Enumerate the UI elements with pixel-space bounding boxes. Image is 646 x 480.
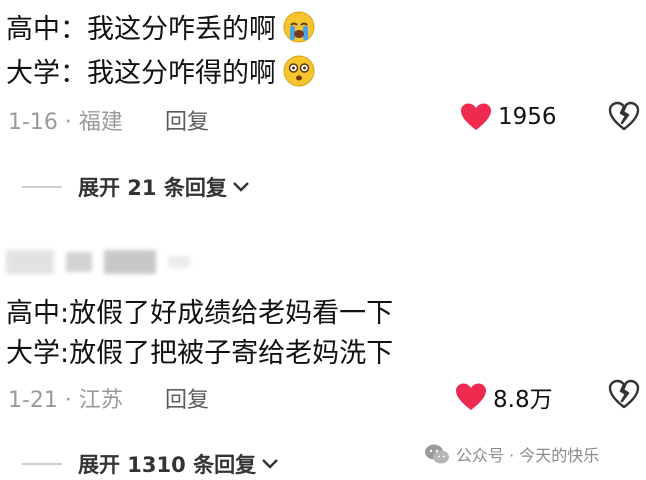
chevron-down-icon (262, 459, 278, 469)
comment1-like-button[interactable]: 1956 (460, 102, 557, 132)
dizzy-face-icon (283, 55, 315, 87)
comment1-text-line2: 大学：我这分咋得的啊 (6, 54, 316, 92)
watermark: 公众号 · 今天的快乐 (424, 442, 599, 466)
dislike-broken-heart-icon[interactable] (608, 379, 640, 411)
comment1-expand-replies[interactable]: 展开 21 条回复 (22, 172, 251, 202)
comment2-like-count: 8.8万 (493, 387, 553, 413)
comment1-like-count: 1956 (498, 104, 557, 130)
chevron-down-icon (233, 182, 249, 192)
comment2-username-blurred (6, 250, 190, 274)
comment1-reply-button[interactable]: 回复 (165, 104, 209, 136)
comment2-meta: 1-21 · 江苏 (8, 388, 123, 413)
divider-line (22, 186, 62, 188)
comment2-text-line2: 大学:放假了把被子寄给老妈洗下 (6, 338, 394, 369)
comment1-text-line1: 高中：我这分咋丢的啊 (6, 10, 316, 48)
dislike-broken-heart-icon[interactable] (608, 101, 640, 133)
comment2-expand-replies[interactable]: 展开 1310 条回复 (22, 449, 280, 479)
comment2-like-button[interactable]: 8.8万 (455, 380, 553, 414)
comment2-reply-button[interactable]: 回复 (165, 382, 209, 414)
comment1-meta: 1-16 · 福建 (8, 110, 123, 135)
crying-face-icon (283, 11, 315, 43)
divider-line (22, 463, 62, 465)
wechat-icon (425, 444, 449, 464)
comment2-text-line1: 高中:放假了好成绩给老妈看一下 (6, 298, 394, 329)
heart-icon (456, 383, 486, 410)
heart-icon (461, 103, 491, 130)
